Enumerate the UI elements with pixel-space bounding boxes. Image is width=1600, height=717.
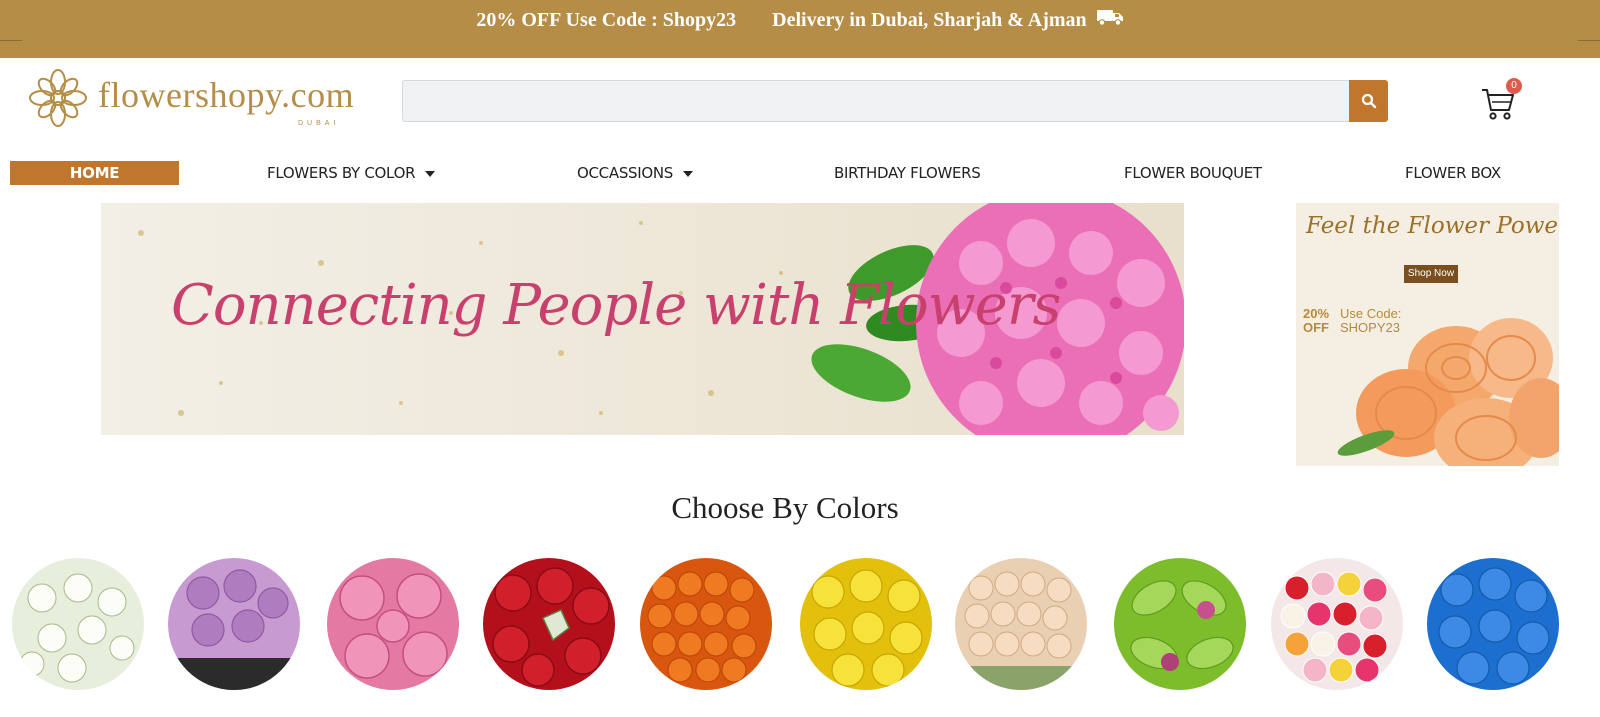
truck-icon [1096,8,1124,32]
hero-title: Connecting People with Flowers [171,273,1061,338]
nav-birthday-flowers[interactable]: BIRTHDAY FLOWERS [834,161,981,185]
ranunculus-image [1337,318,1559,466]
nav-home-label: HOME [69,164,120,182]
search-button[interactable] [1349,80,1388,122]
flower-logo-icon [29,69,87,127]
promo-offer-text: 20% OFF Use Code : Shopy23 [476,8,737,31]
purple-flowers-image [168,558,300,690]
white-flowers-image [12,558,144,690]
color-circle-yellow[interactable] [800,558,932,690]
side-promo-code-value: SHOPY23 [1340,320,1400,335]
chevron-down-icon [683,170,694,177]
mixed-flowers-image [1271,558,1403,690]
side-promo-discount: 20% OFF [1303,306,1330,335]
nav-flower-bouquet[interactable]: FLOWER BOUQUET [1124,161,1262,185]
cart-count-badge: 0 [1506,78,1522,94]
side-promo-code-label: Use Code: [1340,306,1402,321]
search-icon [1361,93,1376,109]
color-circle-orange[interactable] [640,558,772,690]
color-circle-mixed[interactable] [1271,558,1403,690]
red-flowers-image [483,558,615,690]
yellow-flowers-image [800,558,932,690]
side-promo-banner[interactable]: Feel the Flower Power Shop Now 20% OFF U… [1296,203,1559,466]
nav-flowers-by-color-label: FLOWERS BY COLOR [267,164,416,182]
chevron-down-icon [425,170,436,177]
hero-banner[interactable]: Connecting People with Flowers [101,203,1184,435]
promo-delivery-text: Delivery in Dubai, Sharjah & Ajman [772,8,1087,31]
side-promo-title: Feel the Flower Power [1306,213,1559,239]
side-promo-code: Use Code: SHOPY23 [1340,307,1401,335]
nav-flower-bouquet-label: FLOWER BOUQUET [1124,164,1262,182]
logo-wordmark: flowershopy.com [98,75,355,115]
pink-flowers-image [327,558,459,690]
logo-location: DUBAI [298,120,340,127]
site-logo[interactable]: flowershopy.com DUBAI [28,68,368,132]
nav-home[interactable]: HOME [10,161,179,185]
color-circle-peach[interactable] [955,558,1087,690]
nav-occassions-label: OCCASSIONS [577,164,674,182]
orange-flowers-image [640,558,772,690]
peach-flowers-image [955,558,1087,690]
color-circle-red[interactable] [483,558,615,690]
blue-flowers-image [1427,558,1559,690]
color-circle-blue[interactable] [1427,558,1559,690]
nav-flower-box[interactable]: FLOWER BOX [1405,161,1501,185]
choose-by-colors-heading: Choose By Colors [671,490,899,525]
color-circle-pink[interactable] [327,558,459,690]
color-circle-purple[interactable] [168,558,300,690]
green-flowers-image [1114,558,1246,690]
promo-bar: 20% OFF Use Code : Shopy23 Delivery in D… [0,0,1600,58]
color-circle-white[interactable] [12,558,144,690]
nav-flowers-by-color[interactable]: FLOWERS BY COLOR [267,161,436,185]
promo-divider-right [1578,40,1600,41]
color-circle-green[interactable] [1114,558,1246,690]
promo-divider-left [0,40,22,41]
nav-occassions[interactable]: OCCASSIONS [577,161,694,185]
cart-button[interactable]: 0 [1480,78,1524,122]
nav-flower-box-label: FLOWER BOX [1405,164,1501,182]
search-input[interactable] [402,80,1350,122]
nav-birthday-flowers-label: BIRTHDAY FLOWERS [834,164,981,182]
shop-now-button[interactable]: Shop Now [1404,265,1458,283]
promo-message: 20% OFF Use Code : Shopy23 Delivery in D… [0,8,1600,32]
